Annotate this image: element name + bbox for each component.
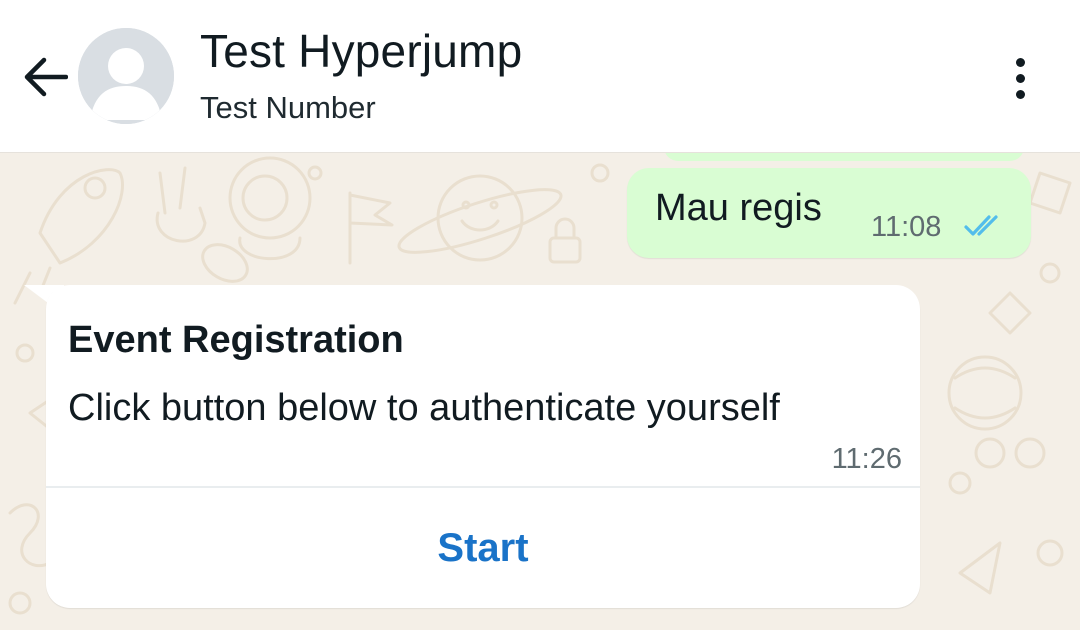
previous-message-bubble[interactable]	[664, 153, 1024, 161]
start-button[interactable]: Start	[46, 488, 920, 608]
more-vertical-icon-dot	[1015, 73, 1025, 83]
message-body: Click button below to authenticate yours…	[68, 387, 780, 429]
message-time: 11:08	[871, 211, 942, 243]
double-check-read-icon	[964, 215, 998, 236]
message-heading: Event Registration	[68, 319, 404, 361]
chat-area[interactable]: Mau regis 11:08 Event Registration Click…	[0, 153, 1080, 630]
more-vertical-icon-dot	[1015, 89, 1025, 99]
message-time: 11:26	[831, 443, 902, 475]
outgoing-message-bubble[interactable]: Mau regis 11:08	[627, 168, 1031, 258]
more-vertical-icon	[1015, 57, 1025, 67]
message-text: Mau regis	[655, 187, 822, 229]
contact-name[interactable]: Test Hyperjump	[200, 24, 522, 78]
incoming-interactive-message[interactable]: Event Registration Click button below to…	[46, 285, 920, 608]
contact-avatar[interactable]	[78, 28, 174, 124]
default-person-avatar	[78, 28, 174, 124]
arrow-left-icon	[24, 57, 68, 97]
back-button[interactable]	[18, 50, 72, 104]
contact-subtitle[interactable]: Test Number	[200, 90, 376, 126]
chat-header: Test Hyperjump Test Number	[0, 0, 1080, 153]
more-options-button[interactable]	[998, 50, 1042, 106]
